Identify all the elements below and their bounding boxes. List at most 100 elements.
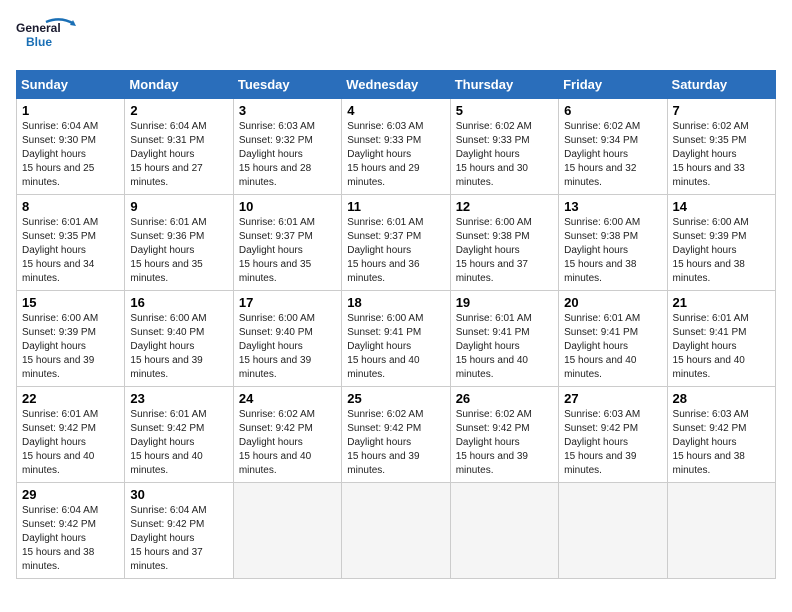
day-cell: 8 Sunrise: 6:01 AMSunset: 9:35 PMDayligh… [17, 195, 125, 291]
day-number: 7 [673, 103, 770, 118]
col-thursday: Thursday [450, 71, 558, 99]
day-number: 12 [456, 199, 553, 214]
day-cell: 27 Sunrise: 6:03 AMSunset: 9:42 PMDaylig… [559, 387, 667, 483]
day-cell: 20 Sunrise: 6:01 AMSunset: 9:41 PMDaylig… [559, 291, 667, 387]
day-number: 1 [22, 103, 119, 118]
calendar-row: 15 Sunrise: 6:00 AMSunset: 9:39 PMDaylig… [17, 291, 776, 387]
day-cell: 13 Sunrise: 6:00 AMSunset: 9:38 PMDaylig… [559, 195, 667, 291]
empty-cell [233, 483, 341, 579]
day-number: 30 [130, 487, 227, 502]
cell-info: Sunrise: 6:00 AMSunset: 9:39 PMDaylight … [22, 313, 98, 380]
empty-cell [342, 483, 450, 579]
day-number: 22 [22, 391, 119, 406]
cell-info: Sunrise: 6:01 AMSunset: 9:37 PMDaylight … [347, 217, 423, 284]
day-cell: 17 Sunrise: 6:00 AMSunset: 9:40 PMDaylig… [233, 291, 341, 387]
col-monday: Monday [125, 71, 233, 99]
cell-info: Sunrise: 6:04 AMSunset: 9:42 PMDaylight … [130, 505, 206, 572]
day-number: 18 [347, 295, 444, 310]
day-number: 29 [22, 487, 119, 502]
day-cell: 26 Sunrise: 6:02 AMSunset: 9:42 PMDaylig… [450, 387, 558, 483]
calendar-row: 22 Sunrise: 6:01 AMSunset: 9:42 PMDaylig… [17, 387, 776, 483]
day-number: 21 [673, 295, 770, 310]
day-cell: 19 Sunrise: 6:01 AMSunset: 9:41 PMDaylig… [450, 291, 558, 387]
day-cell: 11 Sunrise: 6:01 AMSunset: 9:37 PMDaylig… [342, 195, 450, 291]
day-cell: 18 Sunrise: 6:00 AMSunset: 9:41 PMDaylig… [342, 291, 450, 387]
day-cell: 22 Sunrise: 6:01 AMSunset: 9:42 PMDaylig… [17, 387, 125, 483]
col-friday: Friday [559, 71, 667, 99]
day-number: 26 [456, 391, 553, 406]
calendar-row: 29 Sunrise: 6:04 AMSunset: 9:42 PMDaylig… [17, 483, 776, 579]
col-wednesday: Wednesday [342, 71, 450, 99]
cell-info: Sunrise: 6:02 AMSunset: 9:35 PMDaylight … [673, 121, 749, 188]
cell-info: Sunrise: 6:04 AMSunset: 9:30 PMDaylight … [22, 121, 98, 188]
cell-info: Sunrise: 6:03 AMSunset: 9:42 PMDaylight … [564, 409, 640, 476]
day-cell: 16 Sunrise: 6:00 AMSunset: 9:40 PMDaylig… [125, 291, 233, 387]
logo-svg: General Blue [16, 16, 96, 60]
day-number: 8 [22, 199, 119, 214]
day-number: 11 [347, 199, 444, 214]
cell-info: Sunrise: 6:02 AMSunset: 9:42 PMDaylight … [239, 409, 315, 476]
cell-info: Sunrise: 6:01 AMSunset: 9:41 PMDaylight … [564, 313, 640, 380]
day-cell: 21 Sunrise: 6:01 AMSunset: 9:41 PMDaylig… [667, 291, 775, 387]
day-cell: 2 Sunrise: 6:04 AMSunset: 9:31 PMDayligh… [125, 99, 233, 195]
col-tuesday: Tuesday [233, 71, 341, 99]
day-cell: 30 Sunrise: 6:04 AMSunset: 9:42 PMDaylig… [125, 483, 233, 579]
day-number: 25 [347, 391, 444, 406]
cell-info: Sunrise: 6:00 AMSunset: 9:39 PMDaylight … [673, 217, 749, 284]
col-sunday: Sunday [17, 71, 125, 99]
day-cell: 3 Sunrise: 6:03 AMSunset: 9:32 PMDayligh… [233, 99, 341, 195]
day-cell: 25 Sunrise: 6:02 AMSunset: 9:42 PMDaylig… [342, 387, 450, 483]
day-number: 10 [239, 199, 336, 214]
page-header: General Blue [16, 16, 776, 60]
day-number: 4 [347, 103, 444, 118]
day-cell: 6 Sunrise: 6:02 AMSunset: 9:34 PMDayligh… [559, 99, 667, 195]
calendar-row: 8 Sunrise: 6:01 AMSunset: 9:35 PMDayligh… [17, 195, 776, 291]
day-number: 16 [130, 295, 227, 310]
svg-text:General: General [16, 21, 61, 35]
cell-info: Sunrise: 6:01 AMSunset: 9:37 PMDaylight … [239, 217, 315, 284]
day-cell: 14 Sunrise: 6:00 AMSunset: 9:39 PMDaylig… [667, 195, 775, 291]
day-cell: 9 Sunrise: 6:01 AMSunset: 9:36 PMDayligh… [125, 195, 233, 291]
day-cell: 23 Sunrise: 6:01 AMSunset: 9:42 PMDaylig… [125, 387, 233, 483]
svg-text:Blue: Blue [26, 35, 52, 49]
day-cell: 24 Sunrise: 6:02 AMSunset: 9:42 PMDaylig… [233, 387, 341, 483]
cell-info: Sunrise: 6:01 AMSunset: 9:42 PMDaylight … [130, 409, 206, 476]
calendar-row: 1 Sunrise: 6:04 AMSunset: 9:30 PMDayligh… [17, 99, 776, 195]
day-number: 20 [564, 295, 661, 310]
cell-info: Sunrise: 6:04 AMSunset: 9:31 PMDaylight … [130, 121, 206, 188]
cell-info: Sunrise: 6:02 AMSunset: 9:42 PMDaylight … [456, 409, 532, 476]
day-cell: 28 Sunrise: 6:03 AMSunset: 9:42 PMDaylig… [667, 387, 775, 483]
header-row: Sunday Monday Tuesday Wednesday Thursday… [17, 71, 776, 99]
cell-info: Sunrise: 6:02 AMSunset: 9:42 PMDaylight … [347, 409, 423, 476]
cell-info: Sunrise: 6:03 AMSunset: 9:33 PMDaylight … [347, 121, 423, 188]
day-cell: 12 Sunrise: 6:00 AMSunset: 9:38 PMDaylig… [450, 195, 558, 291]
cell-info: Sunrise: 6:01 AMSunset: 9:36 PMDaylight … [130, 217, 206, 284]
day-cell: 29 Sunrise: 6:04 AMSunset: 9:42 PMDaylig… [17, 483, 125, 579]
cell-info: Sunrise: 6:00 AMSunset: 9:41 PMDaylight … [347, 313, 423, 380]
cell-info: Sunrise: 6:00 AMSunset: 9:38 PMDaylight … [456, 217, 532, 284]
cell-info: Sunrise: 6:00 AMSunset: 9:40 PMDaylight … [130, 313, 206, 380]
day-number: 23 [130, 391, 227, 406]
day-cell: 10 Sunrise: 6:01 AMSunset: 9:37 PMDaylig… [233, 195, 341, 291]
col-saturday: Saturday [667, 71, 775, 99]
empty-cell [450, 483, 558, 579]
day-number: 17 [239, 295, 336, 310]
empty-cell [559, 483, 667, 579]
day-number: 5 [456, 103, 553, 118]
calendar-table: Sunday Monday Tuesday Wednesday Thursday… [16, 70, 776, 579]
cell-info: Sunrise: 6:03 AMSunset: 9:32 PMDaylight … [239, 121, 315, 188]
day-number: 3 [239, 103, 336, 118]
cell-info: Sunrise: 6:01 AMSunset: 9:35 PMDaylight … [22, 217, 98, 284]
day-number: 19 [456, 295, 553, 310]
day-number: 15 [22, 295, 119, 310]
day-cell: 15 Sunrise: 6:00 AMSunset: 9:39 PMDaylig… [17, 291, 125, 387]
cell-info: Sunrise: 6:00 AMSunset: 9:38 PMDaylight … [564, 217, 640, 284]
day-number: 27 [564, 391, 661, 406]
cell-info: Sunrise: 6:01 AMSunset: 9:41 PMDaylight … [673, 313, 749, 380]
day-number: 24 [239, 391, 336, 406]
day-number: 28 [673, 391, 770, 406]
day-number: 6 [564, 103, 661, 118]
logo: General Blue [16, 16, 96, 60]
cell-info: Sunrise: 6:03 AMSunset: 9:42 PMDaylight … [673, 409, 749, 476]
cell-info: Sunrise: 6:04 AMSunset: 9:42 PMDaylight … [22, 505, 98, 572]
